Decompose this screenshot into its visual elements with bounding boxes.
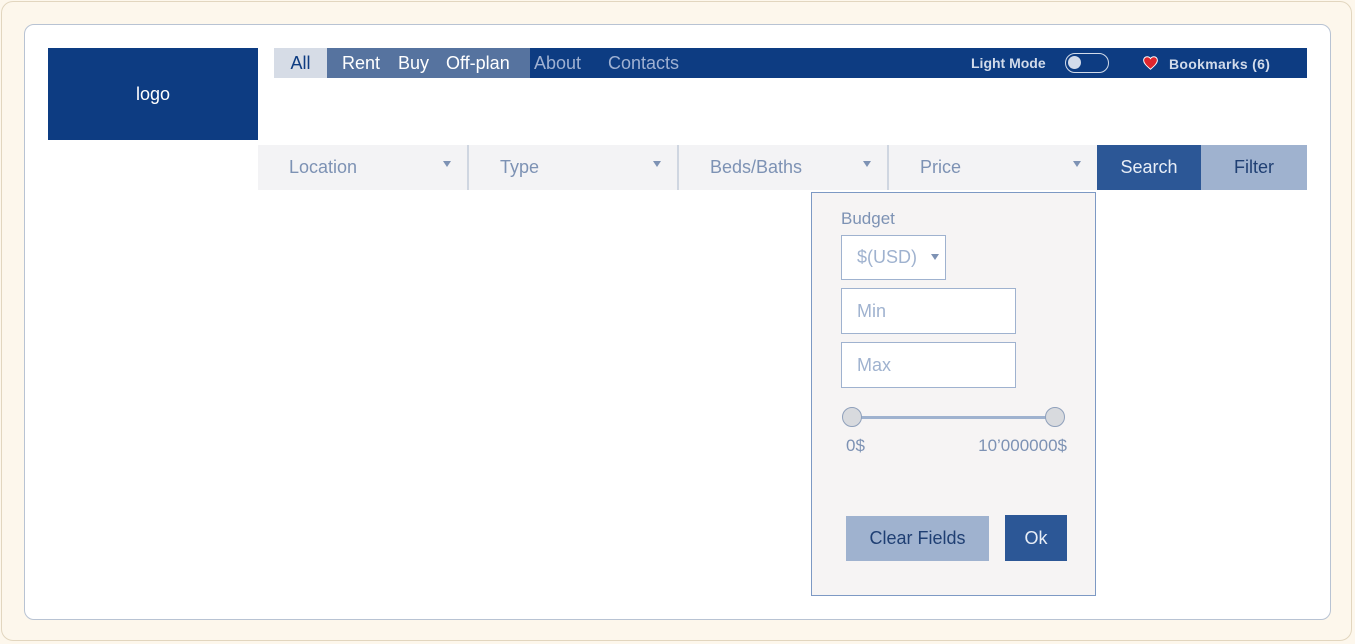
nav-about[interactable]: About xyxy=(534,48,581,78)
budget-label: Budget xyxy=(841,209,895,228)
price-dropdown-panel: Budget $(USD) 0$ 10’000000$ Clear Fields… xyxy=(811,192,1096,596)
location-select[interactable]: Location xyxy=(258,145,467,190)
toggle-knob xyxy=(1068,56,1081,69)
search-button[interactable]: Search xyxy=(1097,145,1201,190)
logo[interactable]: logo xyxy=(48,48,258,140)
filter-button[interactable]: Filter xyxy=(1201,145,1307,190)
chevron-down-icon xyxy=(443,161,451,167)
nav-all[interactable]: All xyxy=(274,48,327,78)
max-price-input[interactable] xyxy=(841,342,1016,388)
ok-button[interactable]: Ok xyxy=(1005,515,1067,561)
chevron-down-icon xyxy=(863,161,871,167)
range-min-label: 0$ xyxy=(846,436,865,455)
currency-select[interactable]: $(USD) xyxy=(841,235,946,280)
chevron-down-icon xyxy=(653,161,661,167)
bookmarks-link[interactable]: Bookmarks (6) xyxy=(1169,48,1270,78)
beds-baths-select-label: Beds/Baths xyxy=(710,157,803,177)
nav-contacts[interactable]: Contacts xyxy=(608,48,679,78)
top-navbar: All Rent Buy Off-plan About Contacts Lig… xyxy=(274,48,1307,78)
chevron-down-icon xyxy=(931,254,939,260)
price-select-label: Price xyxy=(920,157,962,177)
search-bar: Location Type Beds/Baths Price Search Fi… xyxy=(258,145,1307,190)
slider-max-handle[interactable] xyxy=(1045,407,1065,427)
type-select-label: Type xyxy=(500,157,540,177)
price-range-slider[interactable] xyxy=(852,416,1055,419)
location-select-label: Location xyxy=(289,157,358,177)
price-select[interactable]: Price xyxy=(889,145,1097,190)
nav-off-plan[interactable]: Off-plan xyxy=(446,48,510,78)
heart-icon[interactable] xyxy=(1143,56,1158,70)
type-select[interactable]: Type xyxy=(469,145,677,190)
light-mode-toggle[interactable] xyxy=(1065,53,1109,73)
chevron-down-icon xyxy=(1073,161,1081,167)
light-mode-label: Light Mode xyxy=(971,55,1046,71)
currency-select-value: $(USD) xyxy=(857,247,918,267)
clear-fields-button[interactable]: Clear Fields xyxy=(846,516,989,561)
beds-baths-select[interactable]: Beds/Baths xyxy=(679,145,887,190)
nav-buy[interactable]: Buy xyxy=(398,48,429,78)
range-max-label: 10’000000$ xyxy=(978,436,1067,455)
slider-min-handle[interactable] xyxy=(842,407,862,427)
nav-rent[interactable]: Rent xyxy=(342,48,380,78)
min-price-input[interactable] xyxy=(841,288,1016,334)
